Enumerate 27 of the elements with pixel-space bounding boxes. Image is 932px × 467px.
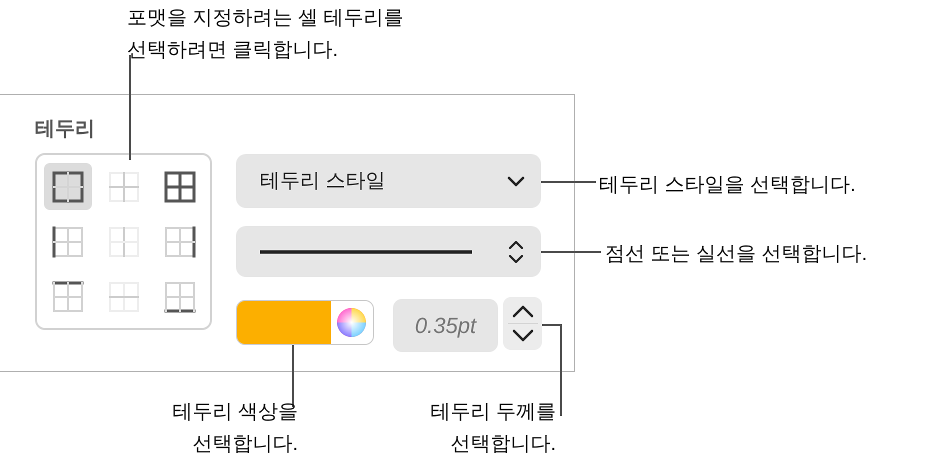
border-grid-icon — [108, 280, 140, 312]
up-down-chevron-icon — [508, 240, 524, 264]
border-grid-icon — [164, 280, 196, 312]
border-style-dropdown[interactable]: 테두리 스타일 — [236, 154, 541, 208]
color-well[interactable] — [236, 300, 374, 345]
border-grid-icon — [108, 170, 140, 202]
border-grid-icon — [52, 280, 84, 312]
section-title: 테두리 — [35, 117, 95, 142]
border-option-button[interactable] — [44, 163, 92, 210]
color-wheel-icon[interactable] — [336, 307, 367, 338]
callout-text: 점선 또는 실선을 선택합니다. — [605, 242, 868, 267]
border-grid-icon — [52, 170, 84, 202]
border-grid-icon — [164, 226, 196, 258]
thickness-stepper[interactable] — [503, 297, 542, 350]
chevron-down-icon[interactable] — [512, 329, 534, 342]
color-swatch[interactable] — [237, 301, 331, 344]
chevron-up-icon[interactable] — [512, 305, 534, 318]
line-style-dropdown[interactable] — [236, 226, 541, 277]
chevron-down-icon — [507, 175, 525, 187]
border-grid-icon — [52, 226, 84, 258]
border-grid-icon — [164, 170, 196, 202]
callout-text: 포맷을 지정하려는 셀 테두리를 선택하려면 클릭합니다. — [127, 6, 404, 63]
callout-text: 테두리 스타일을 선택합니다. — [599, 173, 856, 198]
thickness-field[interactable]: 0.35pt — [393, 299, 498, 352]
callout-text: 테두리 두께를 선택합니다. — [430, 400, 556, 457]
callout-text: 테두리 색상을 선택합니다. — [172, 400, 298, 457]
border-grid-icon — [108, 226, 140, 258]
